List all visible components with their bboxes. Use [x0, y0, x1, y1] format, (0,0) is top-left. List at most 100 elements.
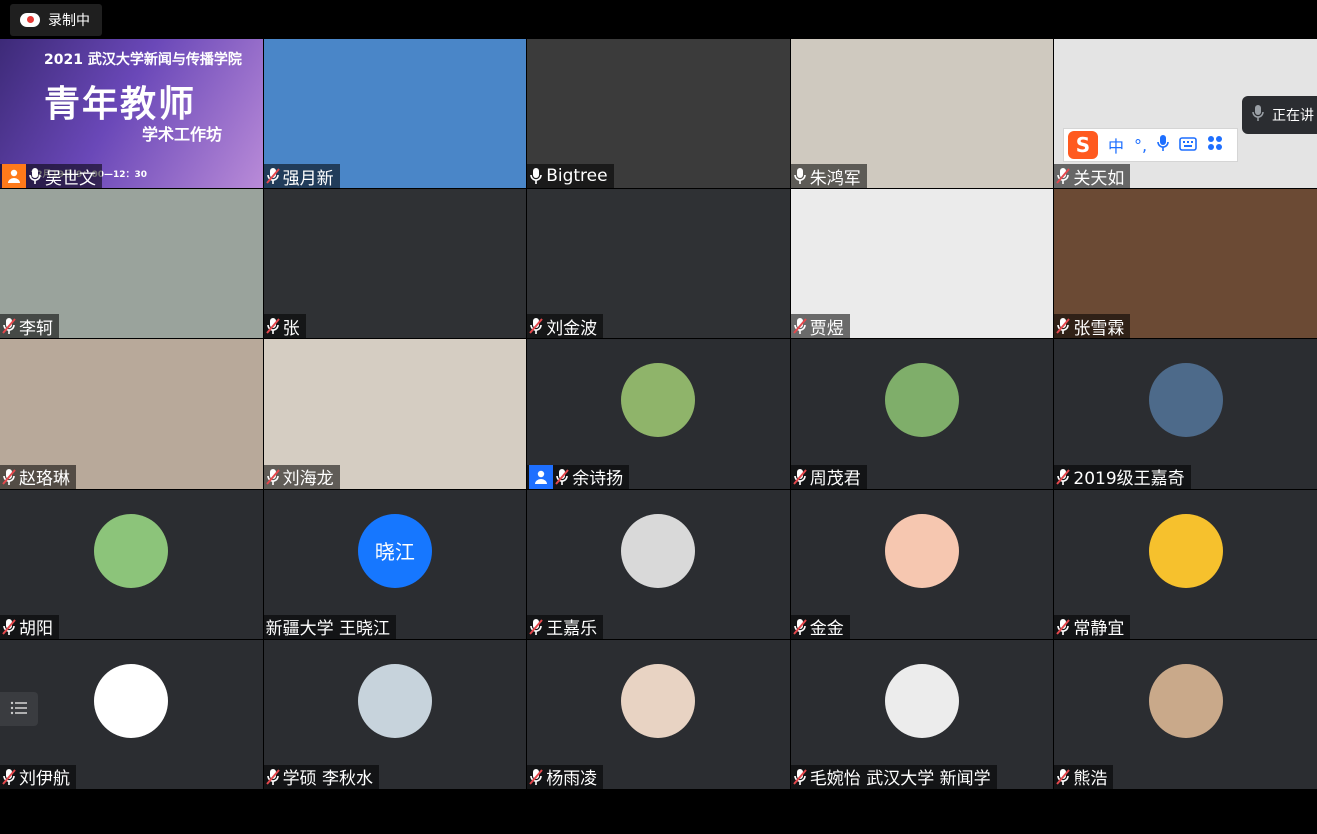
- name-label: 常静宜: [1054, 614, 1131, 639]
- mic-muted-icon: [555, 468, 569, 486]
- participant-name: 刘海龙: [282, 469, 334, 489]
- participant-tile[interactable]: 朱鸿军: [790, 39, 1054, 189]
- participant-name: 胡阳: [19, 619, 53, 639]
- mic-muted-icon: [529, 618, 543, 636]
- participant-tile[interactable]: 刘伊航: [0, 639, 263, 789]
- name-label: 刘伊航: [0, 764, 76, 789]
- name-label: 2019级王嘉奇: [1054, 464, 1191, 489]
- name-label: 新疆大学 王晓江: [263, 614, 396, 639]
- participant-name: 赵珞琳: [19, 469, 70, 489]
- participant-name: 周茂君: [809, 469, 861, 489]
- avatar: [357, 663, 432, 738]
- participant-name: 学硕 李秋水: [282, 769, 373, 789]
- mic-muted-icon: [2, 468, 16, 486]
- ime-toolbox-icon[interactable]: [1207, 135, 1223, 155]
- ime-lang-toggle[interactable]: 中: [1108, 133, 1124, 157]
- mic-muted-icon: [1056, 468, 1071, 486]
- mic-muted-icon: [793, 768, 807, 786]
- speaking-indicator: 正在讲: [1242, 96, 1317, 134]
- participant-tile[interactable]: 2019级王嘉奇: [1054, 339, 1317, 489]
- avatar: 晓江: [357, 513, 432, 588]
- participant-tile[interactable]: 学硕 李秋水: [263, 639, 527, 789]
- poster-title: 2021 武汉大学新闻与传播学院: [44, 52, 242, 68]
- mic-muted-icon: [2, 768, 16, 786]
- participant-tile[interactable]: 熊浩: [1054, 639, 1317, 789]
- recording-badge[interactable]: 录制中: [10, 4, 102, 36]
- avatar: [1148, 663, 1223, 738]
- participant-name: 张: [282, 318, 300, 339]
- participant-tile[interactable]: 周茂君: [790, 339, 1054, 489]
- name-label: 金金: [790, 614, 850, 639]
- participant-tile[interactable]: 刘金波: [527, 189, 790, 339]
- mic-muted-icon: [2, 618, 16, 636]
- mic-muted-icon: [529, 317, 543, 335]
- participant-tile[interactable]: 贾煜: [790, 189, 1054, 339]
- name-label: 李轲: [0, 314, 59, 339]
- participant-tile[interactable]: 余诗扬: [527, 339, 790, 489]
- participant-name: 新疆大学 王晓江: [265, 619, 390, 639]
- name-label: 胡阳: [0, 614, 59, 639]
- mic-muted-icon: [1056, 167, 1071, 185]
- avatar: [621, 513, 696, 588]
- name-label: 刘金波: [527, 314, 604, 339]
- participant-tile[interactable]: 胡阳: [0, 489, 263, 639]
- name-label: 学硕 李秋水: [263, 764, 379, 789]
- name-label: 周茂君: [790, 464, 867, 489]
- mic-muted-icon: [265, 768, 280, 786]
- participant-tile[interactable]: 2021 武汉大学新闻与传播学院青年教师学术工作坊12月19日 9：00—12：…: [0, 39, 263, 189]
- participant-tile[interactable]: 赵珞琳: [0, 339, 263, 489]
- ime-toolbar[interactable]: S 中 °,: [1063, 128, 1238, 162]
- ime-keyboard-icon[interactable]: [1179, 136, 1197, 155]
- avatar: [885, 663, 960, 738]
- name-label: 刘海龙: [263, 464, 340, 489]
- mic-muted-icon: [793, 468, 807, 486]
- mic-icon: [1252, 104, 1264, 126]
- mic-icon: [793, 167, 807, 185]
- participant-name: 强月新: [282, 168, 334, 189]
- participant-name: 朱鸿军: [809, 168, 861, 189]
- participant-tile[interactable]: 王嘉乐: [527, 489, 790, 639]
- participant-tile[interactable]: 张: [263, 189, 527, 339]
- mic-muted-icon: [529, 768, 543, 786]
- cloud-record-icon: [20, 13, 40, 27]
- participant-name: 张雪霖: [1073, 318, 1125, 339]
- participant-tile[interactable]: 张雪霖: [1054, 189, 1317, 339]
- participant-tile[interactable]: 晓江新疆大学 王晓江: [263, 489, 527, 639]
- avatar: [885, 363, 960, 438]
- mic-icon: [28, 167, 42, 185]
- participant-tile[interactable]: 金金: [790, 489, 1054, 639]
- participant-name: 刘伊航: [19, 769, 70, 789]
- participant-list-button[interactable]: [0, 692, 38, 726]
- participant-tile[interactable]: 李轲: [0, 189, 263, 339]
- participant-tile[interactable]: 杨雨凌: [527, 639, 790, 789]
- mic-muted-icon: [1056, 768, 1071, 786]
- participant-name: 王嘉乐: [546, 619, 598, 639]
- avatar: [1148, 363, 1223, 438]
- avatar: [621, 363, 696, 438]
- participant-name: 刘金波: [546, 318, 598, 339]
- participant-tile[interactable]: 常静宜: [1054, 489, 1317, 639]
- cohost-badge-icon: [529, 464, 554, 489]
- participant-name: 金金: [809, 619, 844, 639]
- participant-name: 贾煜: [809, 318, 844, 339]
- ime-voice-icon[interactable]: [1157, 134, 1169, 156]
- mic-muted-icon: [2, 317, 16, 335]
- name-label: 杨雨凌: [527, 764, 604, 789]
- participant-tile[interactable]: 刘海龙: [263, 339, 527, 489]
- participant-name: 2019级王嘉奇: [1073, 469, 1185, 489]
- participant-name: 关天如: [1073, 168, 1125, 189]
- participant-tile[interactable]: 毛婉怡 武汉大学 新闻学: [790, 639, 1054, 789]
- host-badge-icon: [2, 164, 26, 189]
- participant-name: 毛婉怡 武汉大学 新闻学: [809, 769, 991, 789]
- mic-muted-icon: [265, 317, 280, 335]
- list-icon: [10, 700, 28, 719]
- avatar: [621, 663, 696, 738]
- speaking-label: 正在讲: [1272, 108, 1314, 124]
- name-label: 吴世文: [0, 164, 102, 189]
- mic-muted-icon: [793, 618, 807, 636]
- participant-name: Bigtree: [546, 166, 608, 187]
- participant-tile[interactable]: 强月新: [263, 39, 527, 189]
- ime-punct-toggle[interactable]: °,: [1134, 136, 1147, 155]
- participant-tile[interactable]: Bigtree: [527, 39, 790, 189]
- mic-muted-icon: [1056, 618, 1071, 636]
